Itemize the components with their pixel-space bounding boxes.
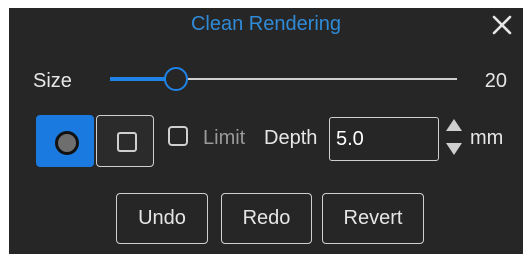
clean-rendering-panel: Clean Rendering Size 20 Limit Depth mm U… bbox=[9, 8, 523, 254]
size-slider[interactable] bbox=[110, 67, 457, 91]
spin-up-icon[interactable] bbox=[445, 118, 463, 132]
square-brush-icon bbox=[117, 132, 137, 152]
spin-down-icon[interactable] bbox=[445, 142, 463, 156]
size-label: Size bbox=[33, 70, 72, 92]
depth-unit: mm bbox=[470, 127, 504, 149]
depth-input[interactable] bbox=[329, 117, 439, 161]
close-icon[interactable] bbox=[491, 14, 513, 36]
redo-button[interactable]: Redo bbox=[221, 193, 312, 244]
circle-brush-button[interactable] bbox=[36, 115, 94, 167]
limit-label: Limit bbox=[203, 127, 246, 149]
limit-checkbox[interactable] bbox=[168, 126, 188, 146]
panel-title: Clean Rendering bbox=[190, 13, 342, 35]
revert-button[interactable]: Revert bbox=[322, 193, 424, 244]
depth-spinner[interactable] bbox=[445, 118, 463, 158]
square-brush-button[interactable] bbox=[96, 115, 154, 167]
circle-brush-icon bbox=[55, 131, 79, 155]
undo-button[interactable]: Undo bbox=[116, 193, 208, 244]
size-value: 20 bbox=[484, 70, 507, 92]
depth-label: Depth bbox=[264, 127, 318, 149]
slider-thumb[interactable] bbox=[164, 67, 188, 91]
